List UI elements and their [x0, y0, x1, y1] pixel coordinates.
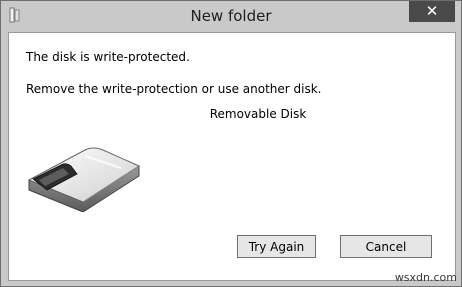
close-button[interactable]: ✕ — [409, 1, 455, 22]
error-message: The disk is write-protected. — [26, 50, 190, 64]
window-title: New folder — [190, 7, 272, 25]
title-bar[interactable]: New folder ✕ — [1, 1, 461, 31]
removable-disk-icon — [27, 147, 141, 212]
device-name: Removable Disk — [209, 107, 307, 121]
dialog-window: New folder ✕ The disk is write-protected… — [0, 0, 462, 287]
dialog-content: The disk is write-protected. Remove the … — [8, 32, 456, 281]
watermark: wsxdn.com — [394, 271, 457, 284]
close-icon: ✕ — [425, 2, 439, 20]
try-again-button[interactable]: Try Again — [237, 235, 316, 258]
cancel-button[interactable]: Cancel — [340, 235, 432, 258]
instruction-message: Remove the write-protection or use anoth… — [26, 82, 322, 96]
